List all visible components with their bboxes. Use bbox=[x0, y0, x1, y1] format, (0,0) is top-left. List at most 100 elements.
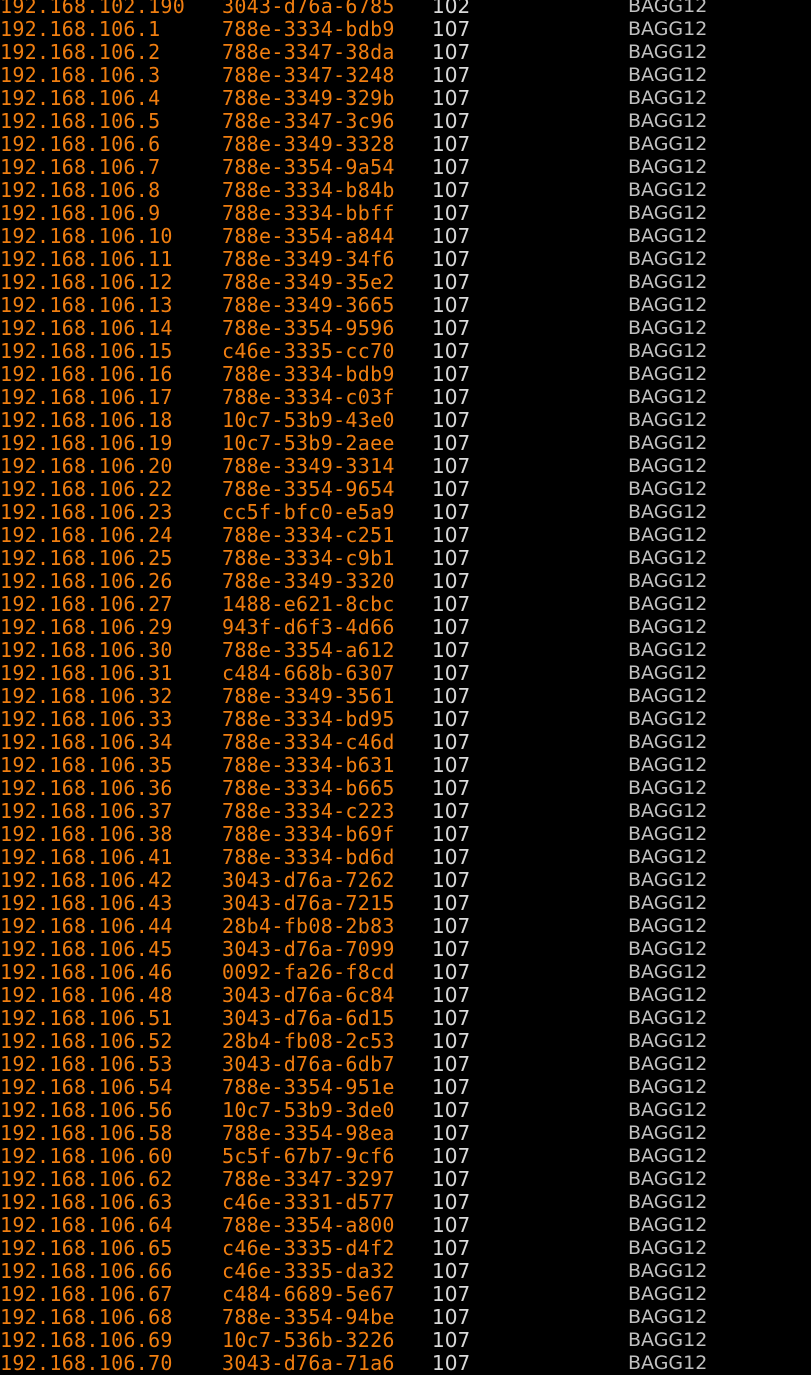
interface-name: BAGG12 bbox=[628, 409, 708, 431]
interface-name: BAGG12 bbox=[628, 455, 708, 477]
arp-entry-row: 192.168.106.46 0092-fa26-f8cd 107 BAGG12 bbox=[0, 961, 811, 984]
ip-address: 192.168.106.8 bbox=[0, 178, 161, 202]
arp-entry-row: 192.168.106.32 788e-3349-3561 107 BAGG12 bbox=[0, 685, 811, 708]
ip-address: 192.168.106.17 bbox=[0, 385, 173, 409]
vlan-id: 107 bbox=[432, 822, 471, 846]
vlan-id: 102 bbox=[432, 0, 471, 18]
interface-name: BAGG12 bbox=[628, 1076, 708, 1098]
interface-name: BAGG12 bbox=[628, 87, 708, 109]
interface-name: BAGG12 bbox=[628, 1099, 708, 1121]
mac-address: 788e-3349-3561 bbox=[222, 684, 395, 708]
interface-name: BAGG12 bbox=[628, 202, 708, 224]
interface-name: BAGG12 bbox=[628, 110, 708, 132]
arp-entry-row: 192.168.106.4 788e-3349-329b 107 BAGG12 bbox=[0, 87, 811, 110]
arp-entry-row: 192.168.106.36 788e-3334-b665 107 BAGG12 bbox=[0, 777, 811, 800]
interface-name: BAGG12 bbox=[628, 708, 708, 730]
vlan-id: 107 bbox=[432, 40, 471, 64]
interface-name: BAGG12 bbox=[628, 984, 708, 1006]
ip-address: 192.168.106.62 bbox=[0, 1167, 173, 1191]
mac-address: 788e-3334-bdb9 bbox=[222, 17, 395, 41]
interface-name: BAGG12 bbox=[628, 294, 708, 316]
vlan-id: 107 bbox=[432, 109, 471, 133]
interface-name: BAGG12 bbox=[628, 64, 708, 86]
mac-address: 788e-3334-b69f bbox=[222, 822, 395, 846]
ip-address: 192.168.106.25 bbox=[0, 546, 173, 570]
mac-address: c46e-3331-d577 bbox=[222, 1190, 395, 1214]
interface-name: BAGG12 bbox=[628, 1030, 708, 1052]
ip-address: 192.168.106.64 bbox=[0, 1213, 173, 1237]
mac-address: 788e-3354-94be bbox=[222, 1305, 395, 1329]
mac-address: 788e-3354-98ea bbox=[222, 1121, 395, 1145]
arp-entry-row: 192.168.106.5 788e-3347-3c96 107 BAGG12 bbox=[0, 110, 811, 133]
ip-address: 192.168.106.29 bbox=[0, 615, 173, 639]
mac-address: 0092-fa26-f8cd bbox=[222, 960, 395, 984]
mac-address: 788e-3347-3297 bbox=[222, 1167, 395, 1191]
mac-address: 3043-d76a-71a6 bbox=[222, 1351, 395, 1375]
arp-entry-row: 192.168.106.44 28b4-fb08-2b83 107 BAGG12 bbox=[0, 915, 811, 938]
ip-address: 192.168.106.11 bbox=[0, 247, 173, 271]
mac-address: 788e-3349-3314 bbox=[222, 454, 395, 478]
vlan-id: 107 bbox=[432, 408, 471, 432]
interface-name: BAGG12 bbox=[628, 225, 708, 247]
interface-name: BAGG12 bbox=[628, 1145, 708, 1167]
vlan-id: 107 bbox=[432, 63, 471, 87]
ip-address: 192.168.106.45 bbox=[0, 937, 173, 961]
vlan-id: 107 bbox=[432, 1236, 471, 1260]
mac-address: 788e-3347-3248 bbox=[222, 63, 395, 87]
vlan-id: 107 bbox=[432, 17, 471, 41]
arp-entry-row: 192.168.106.20 788e-3349-3314 107 BAGG12 bbox=[0, 455, 811, 478]
interface-name: BAGG12 bbox=[628, 363, 708, 385]
ip-address: 192.168.106.16 bbox=[0, 362, 173, 386]
arp-entry-row: 192.168.106.11 788e-3349-34f6 107 BAGG12 bbox=[0, 248, 811, 271]
ip-address: 192.168.106.69 bbox=[0, 1328, 173, 1352]
interface-name: BAGG12 bbox=[628, 800, 708, 822]
terminal-output: 192.168.102.190 3043-d76a-6785 102 BAGG12 19… bbox=[0, 0, 811, 1375]
vlan-id: 107 bbox=[432, 753, 471, 777]
vlan-id: 107 bbox=[432, 270, 471, 294]
interface-name: BAGG12 bbox=[628, 248, 708, 270]
interface-name: BAGG12 bbox=[628, 731, 708, 753]
interface-name: BAGG12 bbox=[628, 432, 708, 454]
vlan-id: 107 bbox=[432, 638, 471, 662]
ip-address: 192.168.106.18 bbox=[0, 408, 173, 432]
mac-address: 788e-3334-c223 bbox=[222, 799, 395, 823]
ip-address: 192.168.106.9 bbox=[0, 201, 161, 225]
mac-address: 788e-3334-bd95 bbox=[222, 707, 395, 731]
interface-name: BAGG12 bbox=[628, 0, 708, 17]
vlan-id: 107 bbox=[432, 661, 471, 685]
interface-name: BAGG12 bbox=[628, 1237, 708, 1259]
ip-address: 192.168.106.68 bbox=[0, 1305, 173, 1329]
mac-address: 3043-d76a-7099 bbox=[222, 937, 395, 961]
mac-address: 3043-d76a-6d15 bbox=[222, 1006, 395, 1030]
vlan-id: 107 bbox=[432, 868, 471, 892]
arp-entry-row: 192.168.106.56 10c7-53b9-3de0 107 BAGG12 bbox=[0, 1099, 811, 1122]
mac-address: c484-6689-5e67 bbox=[222, 1282, 395, 1306]
ip-address: 192.168.106.31 bbox=[0, 661, 173, 685]
mac-address: 788e-3334-b665 bbox=[222, 776, 395, 800]
ip-address: 192.168.106.20 bbox=[0, 454, 173, 478]
ip-address: 192.168.106.60 bbox=[0, 1144, 173, 1168]
ip-address: 192.168.106.12 bbox=[0, 270, 173, 294]
arp-entry-row: 192.168.106.48 3043-d76a-6c84 107 BAGG12 bbox=[0, 984, 811, 1007]
interface-name: BAGG12 bbox=[628, 271, 708, 293]
mac-address: 1488-e621-8cbc bbox=[222, 592, 395, 616]
vlan-id: 107 bbox=[432, 1098, 471, 1122]
interface-name: BAGG12 bbox=[628, 1329, 708, 1351]
arp-entry-row: 192.168.106.16 788e-3334-bdb9 107 BAGG12 bbox=[0, 363, 811, 386]
vlan-id: 107 bbox=[432, 1282, 471, 1306]
vlan-id: 107 bbox=[432, 937, 471, 961]
ip-address: 192.168.106.35 bbox=[0, 753, 173, 777]
interface-name: BAGG12 bbox=[628, 18, 708, 40]
arp-entry-row: 192.168.106.37 788e-3334-c223 107 BAGG12 bbox=[0, 800, 811, 823]
mac-address: 788e-3334-b631 bbox=[222, 753, 395, 777]
arp-entry-row: 192.168.106.58 788e-3354-98ea 107 BAGG12 bbox=[0, 1122, 811, 1145]
vlan-id: 107 bbox=[432, 1121, 471, 1145]
arp-entry-row: 192.168.106.29 943f-d6f3-4d66 107 BAGG12 bbox=[0, 616, 811, 639]
interface-name: BAGG12 bbox=[628, 156, 708, 178]
ip-address: 192.168.106.3 bbox=[0, 63, 161, 87]
mac-address: 788e-3347-3c96 bbox=[222, 109, 395, 133]
vlan-id: 107 bbox=[432, 132, 471, 156]
mac-address: c46e-3335-da32 bbox=[222, 1259, 395, 1283]
mac-address: 788e-3349-3665 bbox=[222, 293, 395, 317]
mac-address: 788e-3354-a612 bbox=[222, 638, 395, 662]
